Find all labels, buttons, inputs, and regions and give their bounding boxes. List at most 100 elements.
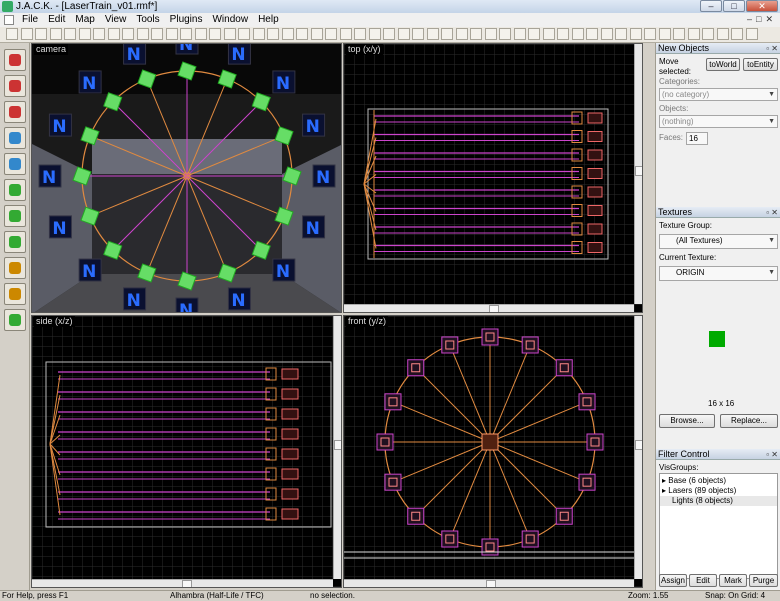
toolbar-button[interactable]: [586, 28, 598, 40]
tool-button[interactable]: [4, 257, 26, 279]
to-world-button[interactable]: toWorld: [706, 58, 740, 71]
tool-button[interactable]: [4, 101, 26, 123]
menu-plugins[interactable]: Plugins: [165, 13, 208, 27]
toolbar-button[interactable]: [180, 28, 192, 40]
menu-map[interactable]: Map: [70, 13, 99, 27]
minimize-button[interactable]: –: [700, 0, 722, 12]
toolbar-button[interactable]: [49, 28, 62, 40]
side-vscroll[interactable]: [333, 316, 341, 579]
toolbar-button[interactable]: [209, 28, 221, 40]
toolbar-button[interactable]: [716, 28, 729, 40]
toolbar-button[interactable]: [296, 28, 308, 40]
toolbar-button[interactable]: [281, 28, 294, 40]
front-hscroll[interactable]: [344, 579, 634, 587]
edit-button[interactable]: Edit: [689, 574, 717, 587]
toolbar-button[interactable]: [368, 28, 381, 40]
close-button[interactable]: ✕: [746, 0, 778, 12]
toolbar-button[interactable]: [122, 28, 134, 40]
toolbar-button[interactable]: [223, 28, 236, 40]
maximize-button[interactable]: □: [723, 0, 745, 12]
toolbar-button[interactable]: [499, 28, 511, 40]
toolbar-button[interactable]: [629, 28, 642, 40]
menu-view[interactable]: View: [100, 13, 132, 27]
toolbar-button[interactable]: [426, 28, 439, 40]
toolbar-button[interactable]: [702, 28, 714, 40]
menu-window[interactable]: Window: [207, 13, 253, 27]
toolbar-button[interactable]: [252, 28, 265, 40]
toolbar-button[interactable]: [470, 28, 482, 40]
mark-button[interactable]: Mark: [719, 574, 747, 587]
viewport-front[interactable]: front (y/z): [343, 315, 643, 588]
toolbar-button[interactable]: [325, 28, 337, 40]
assign-button[interactable]: Assign: [659, 574, 687, 587]
menu-file[interactable]: File: [17, 13, 43, 27]
toolbar-button[interactable]: [571, 28, 584, 40]
categories-select[interactable]: (no category) ▼: [659, 88, 778, 101]
toolbar-button[interactable]: [35, 28, 47, 40]
texture-group-select[interactable]: (All Textures) ▼: [659, 234, 778, 249]
toolbar-button[interactable]: [267, 28, 279, 40]
toolbar-button[interactable]: [745, 28, 758, 40]
browse-button[interactable]: Browse...: [659, 414, 715, 428]
toolbar-button[interactable]: [310, 28, 323, 40]
menu-edit[interactable]: Edit: [43, 13, 70, 27]
mdi-controls-icon[interactable]: –□✕: [747, 14, 777, 25]
toolbar-button[interactable]: [354, 28, 366, 40]
visgroup-item[interactable]: Lights (8 objects): [660, 496, 777, 506]
toolbar-button[interactable]: [412, 28, 424, 40]
toolbar-button[interactable]: [20, 28, 33, 40]
toolbar-button[interactable]: [151, 28, 163, 40]
toolbar-button[interactable]: [107, 28, 120, 40]
purge-button[interactable]: Purge: [749, 574, 778, 587]
toolbar-button[interactable]: [165, 28, 178, 40]
tool-button[interactable]: [4, 283, 26, 305]
tool-button[interactable]: [4, 127, 26, 149]
toolbar-button[interactable]: [441, 28, 453, 40]
visgroup-item[interactable]: ▸ Base (6 objects): [662, 476, 726, 486]
toolbar-button[interactable]: [397, 28, 410, 40]
menu-tools[interactable]: Tools: [131, 13, 164, 27]
toolbar-button[interactable]: [557, 28, 569, 40]
top-hscroll[interactable]: [344, 304, 634, 312]
objects-select[interactable]: (nothing) ▼: [659, 115, 778, 128]
toolbar-button[interactable]: [339, 28, 352, 40]
tool-button[interactable]: [4, 75, 26, 97]
viewport-camera[interactable]: N N N N N N N N N N N N N N N N camera: [31, 43, 342, 313]
toolbar-button[interactable]: [78, 28, 91, 40]
toolbar-button[interactable]: [455, 28, 468, 40]
toolbar-button[interactable]: [600, 28, 613, 40]
toolbar-button[interactable]: [64, 28, 76, 40]
current-texture-select[interactable]: ORIGIN ▼: [659, 266, 778, 281]
toolbar-button[interactable]: [513, 28, 526, 40]
tool-button[interactable]: [4, 49, 26, 71]
visgroups-list[interactable]: ▸ Base (6 objects) ▸ Lasers (89 objects)…: [659, 473, 778, 579]
side-hscroll[interactable]: [32, 579, 333, 587]
toolbar-button[interactable]: [238, 28, 250, 40]
tool-button[interactable]: [4, 231, 26, 253]
toolbar-button[interactable]: [6, 28, 18, 40]
toolbar-button[interactable]: [615, 28, 627, 40]
toolbar-button[interactable]: [383, 28, 395, 40]
viewport-side[interactable]: side (x/z): [31, 315, 342, 588]
faces-input[interactable]: 16: [686, 132, 708, 145]
toolbar-button[interactable]: [93, 28, 105, 40]
tool-button[interactable]: [4, 179, 26, 201]
tool-button[interactable]: [4, 309, 26, 331]
toolbar-button[interactable]: [484, 28, 497, 40]
toolbar-button[interactable]: [136, 28, 149, 40]
to-entity-button[interactable]: toEntity: [743, 58, 778, 71]
menu-help[interactable]: Help: [253, 13, 284, 27]
toolbar-button[interactable]: [528, 28, 540, 40]
viewport-top[interactable]: top (x/y): [343, 43, 643, 313]
toolbar-button[interactable]: [687, 28, 700, 40]
toolbar-button[interactable]: [658, 28, 671, 40]
toolbar-button[interactable]: [542, 28, 555, 40]
tool-button[interactable]: [4, 153, 26, 175]
toolbar-button[interactable]: [673, 28, 685, 40]
visgroup-item[interactable]: ▸ Lasers (89 objects): [662, 486, 736, 496]
toolbar-button[interactable]: [644, 28, 656, 40]
top-vscroll[interactable]: [634, 44, 642, 304]
replace-button[interactable]: Replace...: [720, 414, 778, 428]
front-vscroll[interactable]: [634, 316, 642, 579]
toolbar-button[interactable]: [731, 28, 743, 40]
